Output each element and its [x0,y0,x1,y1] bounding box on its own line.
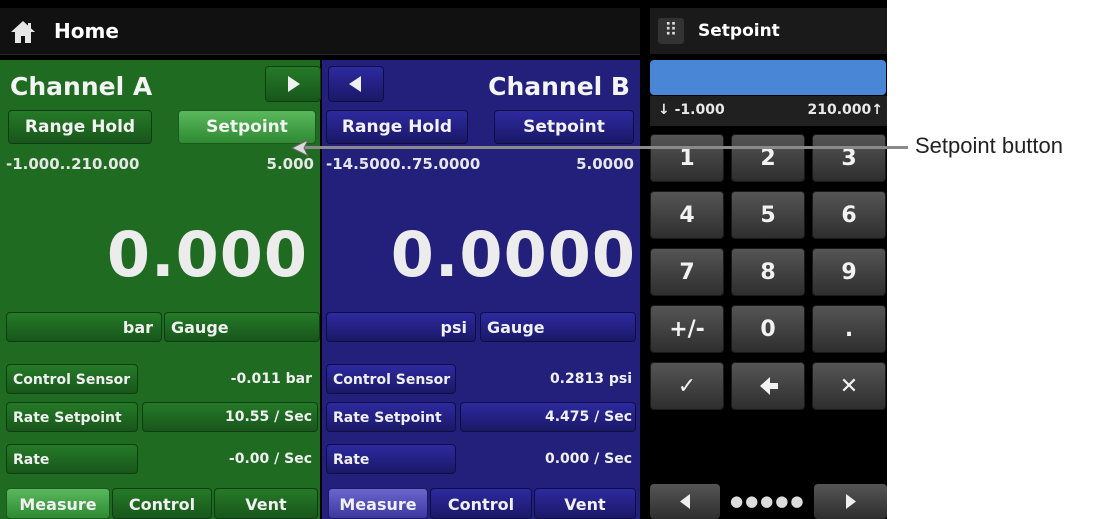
tab-measure-b[interactable]: Measure [328,488,428,519]
setpoint-button-b[interactable]: Setpoint [494,110,634,144]
range-hold-button-a[interactable]: Range Hold [8,110,152,144]
keypad-header: ⠿ Setpoint [650,8,887,54]
setpoint-value-b: 5.0000 [576,155,634,173]
keypad-max: 210.000↑ [807,102,884,118]
reading-a: 0.000 [106,218,308,291]
page-dots: ●●●●● [730,492,806,510]
mode-button-a[interactable]: Gauge [164,312,320,342]
key-2[interactable]: 2 [731,134,805,182]
reading-b: 0.0000 [390,218,636,291]
tab-measure-a[interactable]: Measure [6,488,110,519]
key-6[interactable]: 6 [812,191,886,239]
mode-button-b[interactable]: Gauge [480,312,636,342]
control-sensor-value-b: 0.2813 psi [549,371,632,387]
rate-setpoint-value-a: 10.55 / Sec [224,409,312,425]
keypad-title: Setpoint [698,21,780,41]
rate-setpoint-label-b[interactable]: Rate Setpoint [326,402,456,432]
unit-button-a[interactable]: bar [6,312,162,342]
device-screen: Home Channel A Range Hold Setpoint -1.00… [0,0,887,519]
channel-b-panel: Channel B Range Hold Setpoint -14.5000..… [322,60,640,519]
keypad-min: ↓ -1.000 [658,102,725,118]
control-sensor-label-b[interactable]: Control Sensor [326,364,456,394]
setpoint-entry-field[interactable] [650,60,886,95]
key-5[interactable]: 5 [731,191,805,239]
key-0[interactable]: 0 [731,305,805,353]
tab-vent-a[interactable]: Vent [214,488,318,519]
enter-check-icon[interactable]: ✓ [650,362,724,410]
top-bar: Home [0,8,640,55]
key-8[interactable]: 8 [731,248,805,296]
prev-channel-button[interactable] [328,66,384,102]
rate-label-a[interactable]: Rate [6,444,138,474]
channel-a-title: Channel A [10,72,153,101]
home-title[interactable]: Home [54,19,119,43]
cancel-x-icon[interactable]: ✕ [812,362,886,410]
rate-value-a: -0.00 / Sec [228,451,312,467]
page-next-button[interactable] [814,484,887,519]
channel-a-panel: Channel A Range Hold Setpoint -1.000..21… [0,60,321,519]
key-9[interactable]: 9 [812,248,886,296]
range-b: -14.5000..75.0000 [326,155,481,173]
callout-line [300,146,908,149]
tab-control-b[interactable]: Control [430,488,532,519]
rate-setpoint-label-a[interactable]: Rate Setpoint [6,402,138,432]
key-7[interactable]: 7 [650,248,724,296]
range-hold-button-b[interactable]: Range Hold [326,110,468,144]
channel-b-title: Channel B [488,72,630,101]
keypad-limits: ↓ -1.000 210.000↑ [650,96,887,126]
tab-vent-b[interactable]: Vent [534,488,636,519]
rate-setpoint-value-b: 4.475 / Sec [544,409,632,425]
key-plus-minus[interactable]: +/- [650,305,724,353]
range-a: -1.000..210.000 [6,155,140,173]
callout-arrow-icon [290,138,310,158]
rate-label-b[interactable]: Rate [326,444,456,474]
key-3[interactable]: 3 [812,134,886,182]
home-icon[interactable] [10,20,36,44]
backspace-arrow-icon[interactable] [731,362,805,410]
key-1[interactable]: 1 [650,134,724,182]
key-decimal[interactable]: . [812,305,886,353]
control-sensor-label-a[interactable]: Control Sensor [6,364,138,394]
rate-value-b: 0.000 / Sec [544,451,632,467]
keypad-grid-icon[interactable]: ⠿ [658,18,684,44]
next-channel-button[interactable] [265,66,321,102]
setpoint-button-callout: Setpoint button [915,133,1064,158]
keypad-pager: ●●●●● [650,484,887,519]
control-sensor-value-a: -0.011 bar [230,371,312,387]
unit-button-b[interactable]: psi [326,312,476,342]
key-4[interactable]: 4 [650,191,724,239]
page-prev-button[interactable] [650,484,720,519]
tab-control-a[interactable]: Control [112,488,212,519]
